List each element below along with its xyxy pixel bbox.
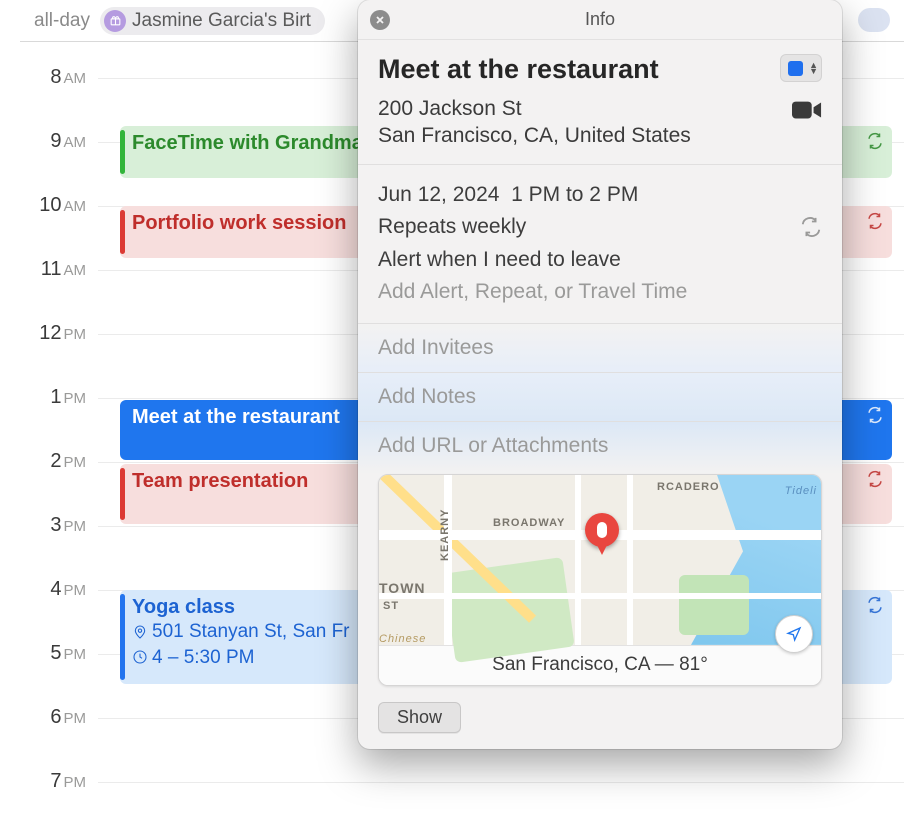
map-canvas: BROADWAY KEARNY RCADERO TOWN ST Chinese … — [379, 475, 821, 645]
event-info-popover: Info Meet at the restaurant ▲▼ 200 Jacks… — [358, 0, 842, 749]
hour-label: 11 — [41, 258, 62, 280]
event-alert-field[interactable]: Alert when I need to leave — [378, 244, 822, 277]
recurring-icon — [866, 596, 884, 614]
hour-label: 3 — [50, 514, 61, 536]
location-map[interactable]: BROADWAY KEARNY RCADERO TOWN ST Chinese … — [378, 474, 822, 686]
hour-ampm: AM — [64, 198, 87, 215]
gift-icon — [104, 10, 126, 32]
hour-label: 7 — [50, 770, 61, 792]
popover-title: Info — [585, 9, 615, 30]
hour-ampm: AM — [64, 70, 87, 87]
map-locate-button[interactable] — [775, 615, 813, 653]
event-repeat-field[interactable]: Repeats weekly — [378, 211, 822, 244]
all-day-track-spacer — [858, 8, 890, 32]
hour-label: 4 — [50, 578, 61, 600]
hour-label: 2 — [50, 450, 61, 472]
all-day-label: all-day — [20, 10, 90, 32]
map-label: RCADERO — [657, 481, 720, 493]
hour-ampm: PM — [64, 774, 87, 791]
map-weather-footer: San Francisco, CA — 81° — [379, 645, 821, 685]
popover-header: Info — [358, 0, 842, 40]
map-pin-icon — [585, 513, 619, 559]
add-url-button[interactable]: Add URL or Attachments — [358, 422, 842, 474]
hour-label: 5 — [50, 642, 61, 664]
close-button[interactable] — [370, 10, 390, 30]
repeat-text: Repeats weekly — [378, 211, 800, 244]
hour-ampm: AM — [64, 262, 87, 279]
hour-ampm: PM — [64, 710, 87, 727]
location-pin-icon — [132, 624, 148, 640]
add-notes-button[interactable]: Add Notes — [358, 373, 842, 421]
hour-ampm: PM — [64, 454, 87, 471]
location-line1: 200 Jackson St — [378, 97, 522, 120]
clock-icon — [132, 649, 148, 665]
hour-label: 10 — [39, 194, 61, 216]
event-summary-section: Meet at the restaurant ▲▼ 200 Jackson St… — [358, 40, 842, 164]
map-label: Tideli — [785, 485, 817, 497]
hour-ampm: PM — [64, 582, 87, 599]
add-invitees-button[interactable]: Add Invitees — [358, 324, 842, 372]
event-title-field[interactable]: Meet at the restaurant — [378, 54, 770, 85]
all-day-event-chip[interactable]: Jasmine Garcia's Birt — [100, 7, 325, 35]
map-label: TOWN — [379, 580, 426, 596]
map-label: Chinese — [379, 633, 426, 645]
recurring-icon — [866, 470, 884, 488]
hour-label: 9 — [50, 130, 61, 152]
hour-label: 8 — [50, 66, 61, 88]
show-button[interactable]: Show — [378, 702, 461, 733]
calendar-color-picker[interactable]: ▲▼ — [780, 54, 822, 82]
hour-label: 1 — [50, 386, 61, 408]
hour-ampm: PM — [64, 646, 87, 663]
event-date: Jun 12, 2024 — [378, 183, 499, 206]
color-swatch-icon — [788, 61, 803, 76]
event-time: 4 – 5:30 PM — [152, 645, 254, 671]
event-location-field[interactable]: 200 Jackson St San Francisco, CA, United… — [378, 95, 778, 150]
all-day-event-label: Jasmine Garcia's Birt — [132, 10, 311, 32]
map-label: KEARNY — [439, 508, 451, 560]
hour-ampm: PM — [64, 390, 87, 407]
hour-ampm: AM — [64, 134, 87, 151]
event-time-range: 1 PM to 2 PM — [511, 183, 638, 206]
recurring-icon — [866, 212, 884, 230]
stepper-chevrons-icon: ▲▼ — [809, 62, 818, 74]
recurring-icon — [866, 132, 884, 150]
hour-label: 6 — [50, 706, 61, 728]
video-call-icon[interactable] — [792, 99, 822, 121]
event-datetime-field[interactable]: Jun 12, 2024 1 PM to 2 PM — [378, 179, 822, 212]
event-location: 501 Stanyan St, San Fr — [152, 619, 350, 645]
map-label: ST — [383, 600, 399, 612]
map-label: BROADWAY — [493, 517, 565, 529]
location-line2: San Francisco, CA, United States — [378, 124, 691, 147]
hour-ampm: PM — [64, 326, 87, 343]
add-alert-button[interactable]: Add Alert, Repeat, or Travel Time — [378, 276, 822, 309]
recurring-icon — [866, 406, 884, 424]
event-time-section: Jun 12, 2024 1 PM to 2 PM Repeats weekly… — [358, 165, 842, 323]
hour-ampm: PM — [64, 518, 87, 535]
hour-label: 12 — [39, 322, 61, 344]
repeat-icon — [800, 216, 822, 238]
